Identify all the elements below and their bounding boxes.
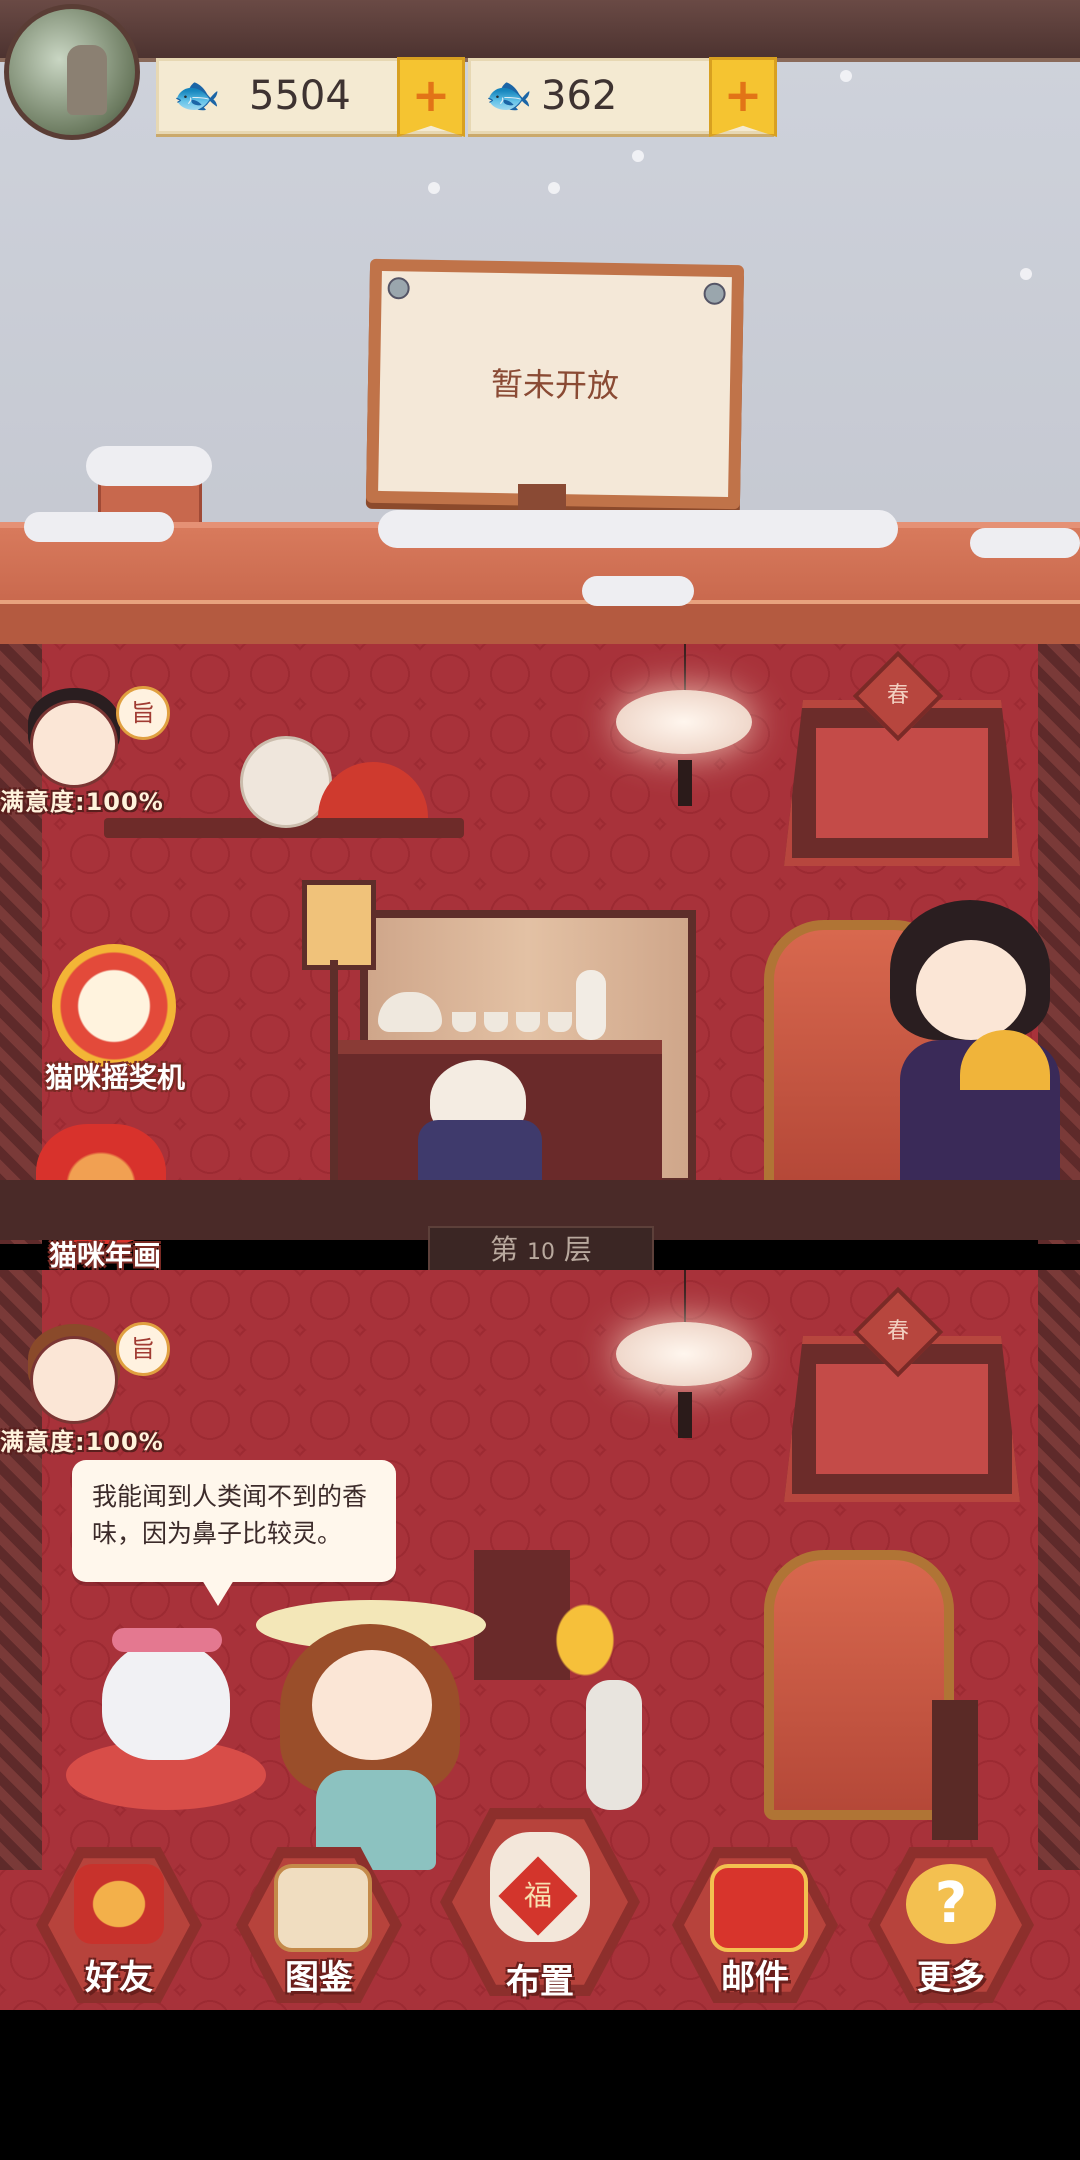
white-cat[interactable] (102, 1640, 230, 1760)
flower-crown (112, 1628, 222, 1652)
tea-cup (484, 1012, 508, 1032)
tea-cup (452, 1012, 476, 1032)
snowflake (428, 182, 440, 194)
mail-icon (710, 1864, 808, 1952)
floor-lamp (302, 880, 376, 970)
snowflake (840, 70, 852, 82)
silver-fish-counter: 🐟 5504 + (156, 57, 465, 137)
snowflake (632, 150, 644, 162)
lottery-machine-icon (52, 944, 176, 1068)
lantern-tassel (678, 760, 692, 806)
friends-icon (74, 1864, 164, 1944)
guest-speech-bubble[interactable]: 我能闻到人类闻不到的香味，因为鼻子比较灵。 (72, 1460, 396, 1606)
game-scene: 🐟 5504 + 🐟 362 + 暂未开放 春 旨 满意度:100% 猫咪摇奖机… (0, 0, 1080, 2010)
upper-guest-avatar[interactable]: 旨 (10, 680, 170, 790)
guest-request-badge[interactable]: 旨 (116, 686, 170, 740)
right-pillar (1038, 1270, 1080, 1870)
tea-cup (548, 1012, 572, 1032)
gold-fish-icon: 🐟 (485, 73, 533, 117)
wooden-sign[interactable]: 暂未开放 (365, 258, 745, 510)
lottery-machine-label: 猫咪摇奖机 (44, 1061, 185, 1094)
album-icon (274, 1864, 372, 1952)
silver-fish-icon: 🐟 (173, 73, 221, 117)
avatar-statue-icon (67, 45, 107, 115)
snow-pile (378, 510, 898, 548)
paper-lantern (616, 1322, 752, 1386)
cat-lottery-machine[interactable]: 猫咪摇奖机 (30, 944, 200, 1094)
roof-eave (0, 600, 1080, 650)
top-bar (0, 0, 1080, 62)
snowflake (548, 182, 560, 194)
more-icon: ? (906, 1864, 996, 1944)
snow-pile (24, 512, 174, 542)
snow-pile (582, 576, 694, 606)
side-table (932, 1700, 978, 1840)
sign-pin-icon (387, 277, 410, 300)
snow-pile (86, 446, 212, 486)
gold-fish-counter: 🐟 362 + (468, 57, 777, 137)
guest-request-badge[interactable]: 旨 (116, 1322, 170, 1376)
more-button[interactable]: ? 更多 (868, 1842, 1034, 2008)
bottom-nav: 好友 图鉴 福 布置 邮件 ? 更多 (0, 1808, 1080, 2010)
paper-lantern (616, 690, 752, 754)
fu-badge: 福 (498, 1856, 578, 1936)
new-year-painting-label: 猫咪年画 (48, 1239, 161, 1272)
geisha-guest[interactable] (880, 900, 1070, 1220)
snowflake (1020, 268, 1032, 280)
decorate-button[interactable]: 福 布置 (440, 1802, 640, 2002)
silver-fish-value: 5504 (249, 73, 351, 119)
add-gold-fish-button[interactable]: + (709, 57, 777, 137)
upper-satisfaction: 满意度:100% (0, 788, 164, 816)
sign-pin-icon (703, 282, 726, 305)
flower-vase (576, 970, 606, 1040)
album-button[interactable]: 图鉴 (236, 1842, 402, 2008)
gold-fish-value: 362 (541, 73, 618, 119)
red-armchair (764, 1550, 954, 1820)
lower-satisfaction: 满意度:100% (0, 1428, 164, 1456)
sign-text: 暂未开放 (490, 364, 620, 406)
lower-guest-avatar[interactable]: 旨 (10, 1316, 170, 1426)
flower-vase (586, 1680, 642, 1810)
floor-number-label: 第 10 层 (428, 1226, 654, 1274)
friends-button[interactable]: 好友 (36, 1842, 202, 2008)
snow-pile (970, 528, 1080, 558)
tea-cup (516, 1012, 540, 1032)
player-avatar[interactable] (4, 4, 140, 140)
lantern-tassel (678, 1392, 692, 1438)
mail-button[interactable]: 邮件 (672, 1842, 838, 2008)
add-silver-fish-button[interactable]: + (397, 57, 465, 137)
